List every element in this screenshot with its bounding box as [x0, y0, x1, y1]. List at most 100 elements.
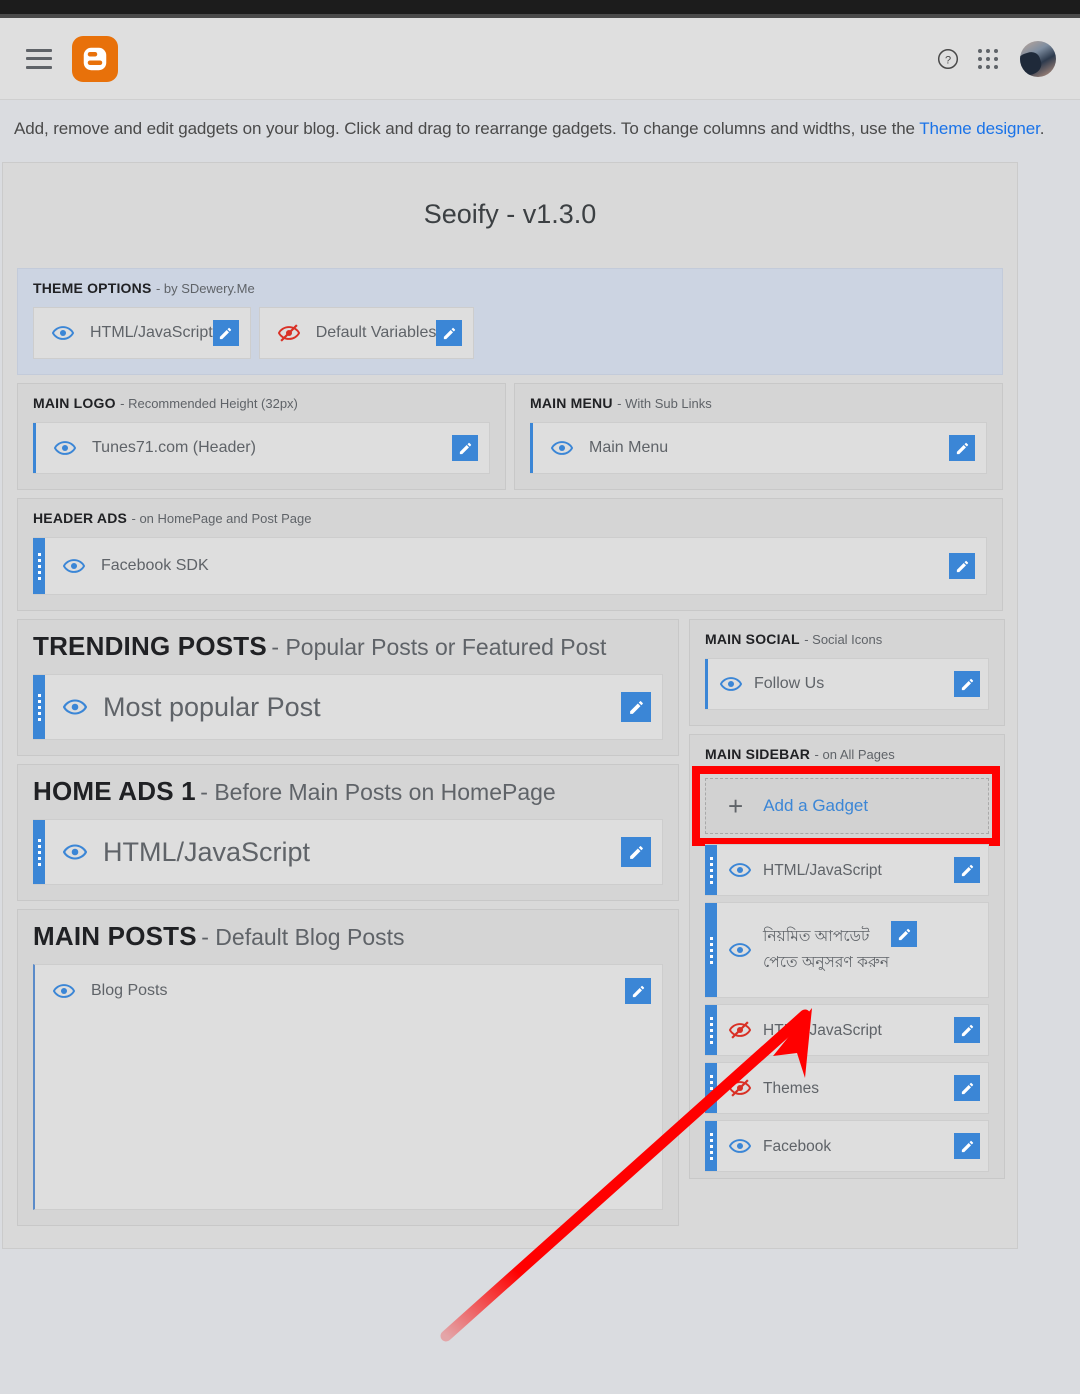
- gadget-sidebar-html-javascript-2[interactable]: HTML/JavaScript: [705, 1004, 989, 1056]
- gadget-accent-bar: [705, 659, 708, 709]
- section-subtitle: - Default Blog Posts: [201, 924, 405, 950]
- svg-text:?: ?: [945, 54, 951, 66]
- blogger-logo-icon[interactable]: [72, 35, 118, 82]
- section-home-ads-1: HOME ADS 1 - Before Main Posts on HomePa…: [17, 764, 679, 901]
- gadget-sidebar-themes[interactable]: Themes: [705, 1062, 989, 1114]
- gadget-accent-bar: [530, 423, 533, 473]
- edit-gadget-button[interactable]: [452, 435, 478, 461]
- gadget-sidebar-facebook[interactable]: Facebook: [705, 1120, 989, 1172]
- drag-handle[interactable]: [33, 675, 45, 739]
- edit-gadget-button[interactable]: [621, 837, 651, 867]
- gadget-tunes71-header[interactable]: Tunes71.com (Header): [33, 422, 490, 474]
- apps-grid-dots: [978, 48, 998, 69]
- gadget-row: HTML/JavaScript Default Variables: [33, 307, 987, 359]
- gadget-html-javascript-home-ads[interactable]: HTML/JavaScript: [33, 819, 663, 885]
- section-subtitle: - Recommended Height (32px): [120, 396, 298, 411]
- eye-visible-icon[interactable]: [63, 695, 87, 719]
- section-main-posts: MAIN POSTS - Default Blog Posts Blog Pos…: [17, 909, 679, 1226]
- eye-hidden-icon[interactable]: [729, 1019, 751, 1041]
- section-subtitle: - by SDewery.Me: [155, 281, 255, 296]
- gadget-label: Facebook SDK: [101, 557, 209, 574]
- add-gadget-wrapper: + Add a Gadget: [692, 766, 1000, 846]
- section-subtitle: - Social Icons: [804, 632, 883, 647]
- section-theme-options: THEME OPTIONS - by SDewery.Me HTML/JavaS…: [17, 268, 1003, 375]
- gadget-default-variables[interactable]: Default Variables: [258, 307, 475, 359]
- apps-grid-icon[interactable]: [968, 39, 1008, 79]
- section-title: THEME OPTIONS: [33, 280, 152, 296]
- drag-handle[interactable]: [705, 1005, 717, 1055]
- edit-gadget-button[interactable]: [621, 692, 651, 722]
- section-subtitle: - With Sub Links: [617, 396, 712, 411]
- gadget-most-popular-post[interactable]: Most popular Post: [33, 674, 663, 740]
- eye-visible-icon[interactable]: [729, 1135, 751, 1157]
- drag-handle[interactable]: [705, 845, 717, 895]
- gadget-follow-us[interactable]: Follow Us: [705, 658, 989, 710]
- section-main-logo: MAIN LOGO - Recommended Height (32px) Tu…: [17, 383, 506, 490]
- eye-visible-icon[interactable]: [63, 555, 85, 577]
- section-main-sidebar: MAIN SIDEBAR - on All Pages + Add a Gadg…: [689, 734, 1005, 1179]
- gadget-label: Tunes71.com (Header): [92, 439, 256, 456]
- drag-handle[interactable]: [705, 1063, 717, 1113]
- theme-designer-link[interactable]: Theme designer: [919, 119, 1040, 138]
- eye-visible-icon[interactable]: [54, 437, 76, 459]
- gadget-label: Blog Posts: [91, 982, 168, 999]
- eye-visible-icon[interactable]: [729, 939, 751, 961]
- eye-visible-icon[interactable]: [729, 859, 751, 881]
- eye-visible-icon[interactable]: [720, 673, 742, 695]
- gadget-accent-bar: [33, 423, 36, 473]
- gadget-sidebar-follow-bengali[interactable]: নিয়মিত আপডেট পেতে অনুসরণ করুন: [705, 902, 989, 998]
- gadget-facebook-sdk[interactable]: Facebook SDK: [33, 537, 987, 595]
- edit-gadget-button[interactable]: [949, 553, 975, 579]
- drag-handle[interactable]: [33, 820, 45, 884]
- section-main-menu: MAIN MENU - With Sub Links Main Menu: [514, 383, 1003, 490]
- eye-visible-icon[interactable]: [53, 980, 75, 1002]
- eye-hidden-icon[interactable]: [277, 322, 300, 344]
- layout-editor: Seoify - v1.3.0 THEME OPTIONS - by SDewe…: [2, 162, 1018, 1249]
- gadget-label: HTML/JavaScript: [763, 861, 882, 879]
- edit-gadget-button[interactable]: [954, 1075, 980, 1101]
- drag-handle[interactable]: [33, 538, 45, 594]
- edit-gadget-button[interactable]: [954, 857, 980, 883]
- section-title: HEADER ADS: [33, 510, 128, 526]
- description-text-after: .: [1039, 119, 1045, 138]
- gadget-main-menu[interactable]: Main Menu: [530, 422, 987, 474]
- drag-handle[interactable]: [705, 1121, 717, 1171]
- gadget-sidebar-html-javascript-1[interactable]: HTML/JavaScript: [705, 844, 989, 896]
- edit-gadget-button[interactable]: [625, 978, 651, 1004]
- edit-gadget-button[interactable]: [954, 1017, 980, 1043]
- gadget-blog-posts[interactable]: Blog Posts: [33, 964, 663, 1210]
- section-header: HEADER ADS - on HomePage and Post Page: [33, 510, 987, 528]
- gadget-label: HTML/JavaScript: [90, 324, 213, 341]
- user-avatar[interactable]: [1020, 40, 1056, 77]
- section-title: MAIN POSTS: [33, 921, 197, 951]
- page-description: Add, remove and edit gadgets on your blo…: [0, 100, 1080, 144]
- section-title: MAIN LOGO: [33, 395, 116, 411]
- edit-gadget-button[interactable]: [436, 320, 463, 346]
- description-text-before: Add, remove and edit gadgets on your blo…: [14, 119, 920, 138]
- edit-gadget-button[interactable]: [954, 671, 980, 697]
- gadget-html-javascript[interactable]: HTML/JavaScript: [33, 307, 251, 359]
- logo-menu-row: MAIN LOGO - Recommended Height (32px) Tu…: [17, 383, 1003, 498]
- eye-visible-icon[interactable]: [63, 840, 87, 864]
- main-column: TRENDING POSTS - Popular Posts or Featur…: [17, 619, 679, 1234]
- drag-handle[interactable]: [705, 903, 717, 997]
- edit-gadget-button[interactable]: [891, 921, 917, 947]
- eye-visible-icon[interactable]: [52, 322, 74, 344]
- gadget-label: Default Variables: [315, 324, 437, 341]
- edit-gadget-button[interactable]: [949, 435, 975, 461]
- edit-gadget-button[interactable]: [954, 1133, 980, 1159]
- hamburger-icon[interactable]: [26, 48, 52, 69]
- section-header: MAIN LOGO - Recommended Height (32px): [33, 395, 490, 413]
- page-wrapper: ? Add, remove and edit gadgets on your b…: [0, 0, 1080, 1342]
- section-header-ads: HEADER ADS - on HomePage and Post Page F…: [17, 498, 1003, 611]
- section-title: MAIN SOCIAL: [705, 631, 800, 647]
- section-header: MAIN POSTS - Default Blog Posts: [33, 921, 663, 952]
- eye-hidden-icon[interactable]: [729, 1077, 751, 1099]
- eye-visible-icon[interactable]: [551, 437, 573, 459]
- add-gadget-label: Add a Gadget: [763, 796, 869, 815]
- gadget-label: Themes: [763, 1079, 819, 1097]
- help-icon[interactable]: ?: [928, 39, 968, 79]
- edit-gadget-button[interactable]: [212, 320, 239, 346]
- gadget-label: Most popular Post: [103, 691, 321, 722]
- add-gadget-button[interactable]: + Add a Gadget: [705, 778, 989, 834]
